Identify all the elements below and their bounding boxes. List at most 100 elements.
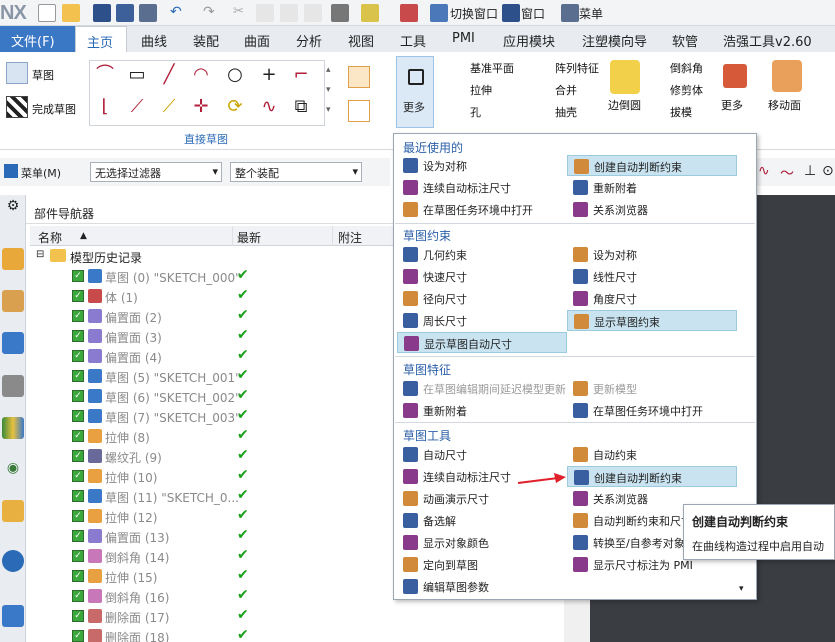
trim-body-button[interactable]: 修剪体: [670, 82, 703, 98]
finish-sketch-icon[interactable]: [6, 96, 28, 118]
finish-sketch-button[interactable]: 完成草图: [32, 101, 76, 117]
center-snap-icon[interactable]: ⊙: [822, 163, 834, 179]
window-menu[interactable]: 窗口: [521, 5, 545, 22]
undo-icon[interactable]: ↶: [170, 4, 188, 22]
menu-scroll-down-icon[interactable]: ▾: [739, 584, 744, 594]
roles-icon[interactable]: [2, 605, 24, 627]
edge-blend-button[interactable]: 边倒圆: [608, 97, 641, 113]
tab-tools[interactable]: 工具: [400, 31, 426, 50]
menu-item[interactable]: 在草图编辑期间延迟模型更新: [397, 378, 567, 399]
column-note[interactable]: 附注: [338, 229, 362, 246]
settings-gear-icon[interactable]: ⚙: [2, 198, 24, 220]
cut-icon[interactable]: ✂: [233, 4, 251, 22]
visibility-checkbox[interactable]: ✓: [72, 390, 84, 402]
open-folder-icon[interactable]: [62, 4, 80, 22]
more-features-icon[interactable]: [723, 64, 747, 88]
menu-item[interactable]: 编辑草图参数: [397, 576, 567, 597]
menu-item[interactable]: 在草图任务环境中打开: [397, 199, 567, 220]
print-icon[interactable]: [331, 4, 349, 22]
move-face-button[interactable]: 移动面: [768, 97, 801, 113]
visibility-checkbox[interactable]: ✓: [72, 610, 84, 622]
move-face-icon[interactable]: [772, 60, 802, 92]
spline-snap-icon[interactable]: ～: [780, 163, 794, 183]
draft-button[interactable]: 拔模: [670, 104, 692, 120]
collapse-icon[interactable]: ⊟: [36, 249, 44, 260]
visibility-checkbox[interactable]: ✓: [72, 510, 84, 522]
sketch-icon[interactable]: [6, 62, 28, 84]
tab-analysis[interactable]: 分析: [296, 31, 322, 50]
edit-icon[interactable]: [400, 4, 418, 22]
tab-haoqiang-tools[interactable]: 浩强工具v2.60: [723, 31, 812, 50]
more-features-button[interactable]: 更多: [721, 97, 743, 113]
menu-item[interactable]: 连续自动标注尺寸: [397, 177, 567, 198]
column-name[interactable]: 名称: [38, 229, 62, 246]
hd3d-tools-icon[interactable]: [2, 417, 24, 439]
assembly-navigator-icon[interactable]: [2, 248, 24, 270]
menu-item[interactable]: 显示草图约束: [567, 310, 737, 331]
visibility-checkbox[interactable]: ✓: [72, 530, 84, 542]
menu-item[interactable]: 自动约束: [567, 444, 737, 465]
menu-button[interactable]: 菜单(M): [21, 165, 61, 181]
visibility-checkbox[interactable]: ✓: [72, 490, 84, 502]
tree-row[interactable]: ✓ 删除面 (17) ✔: [30, 606, 590, 626]
datum-plane-button[interactable]: 基准平面: [470, 60, 514, 76]
tab-view[interactable]: 视图: [348, 31, 374, 50]
switch-window-label[interactable]: 切换窗口: [450, 5, 498, 22]
column-latest[interactable]: 最新: [237, 229, 261, 246]
menu-menu[interactable]: 菜单: [579, 5, 603, 22]
menu-item[interactable]: 创建自动判断约束: [567, 466, 737, 487]
web-browser-icon[interactable]: ◉: [2, 460, 24, 482]
reuse-library-icon[interactable]: [2, 375, 24, 397]
point-icon[interactable]: +: [256, 63, 282, 87]
save-icon[interactable]: [93, 4, 111, 22]
tree-row[interactable]: ✓ 删除面 (18) ✔: [30, 626, 590, 642]
constraint-navigator-icon[interactable]: [2, 290, 24, 312]
save-as-icon[interactable]: [116, 4, 134, 22]
menu-icon[interactable]: [561, 4, 579, 22]
menu-item[interactable]: 线性尺寸: [567, 266, 737, 287]
menu-item[interactable]: 设为对称: [567, 244, 737, 265]
profile-icon[interactable]: ⌒: [92, 63, 118, 87]
visibility-checkbox[interactable]: ✓: [72, 410, 84, 422]
menu-item[interactable]: 关系浏览器: [567, 199, 737, 220]
tab-file[interactable]: 文件(F): [0, 26, 76, 52]
menu-item[interactable]: 备选解: [397, 510, 567, 531]
menu-item[interactable]: 重新附着: [397, 400, 567, 421]
make-corner-icon[interactable]: ✛: [188, 95, 214, 119]
chamfer-button[interactable]: 倒斜角: [670, 60, 703, 76]
visibility-checkbox[interactable]: ✓: [72, 550, 84, 562]
menu-item[interactable]: 显示草图自动尺寸: [397, 332, 567, 353]
curve-snap-icon[interactable]: ∿: [758, 163, 770, 179]
menu-item[interactable]: 显示对象颜色: [397, 532, 567, 553]
geometric-constraint-icon[interactable]: ⟳: [222, 95, 248, 119]
menu-item[interactable]: 在草图任务环境中打开: [567, 400, 737, 421]
quick-trim-icon[interactable]: ⟋: [124, 95, 150, 119]
sort-asc-icon[interactable]: ▲: [80, 231, 87, 241]
auto-dimension-icon[interactable]: [348, 100, 370, 122]
visibility-checkbox[interactable]: ✓: [72, 590, 84, 602]
visibility-checkbox[interactable]: ✓: [72, 570, 84, 582]
menu-item[interactable]: 创建自动判断约束: [567, 155, 737, 176]
extrude-button[interactable]: 拉伸: [470, 82, 492, 98]
constraint-icon[interactable]: [348, 66, 370, 88]
menu-item[interactable]: 周长尺寸: [397, 310, 567, 331]
tab-home[interactable]: 主页: [75, 26, 127, 53]
quick-extend-icon[interactable]: ⟋: [156, 95, 182, 119]
selection-icon[interactable]: [361, 4, 379, 22]
visibility-checkbox[interactable]: ✓: [72, 370, 84, 382]
paste-icon[interactable]: [280, 4, 298, 22]
studio-spline-icon[interactable]: ∿: [256, 95, 282, 119]
visibility-checkbox[interactable]: ✓: [72, 630, 84, 642]
tab-pmi[interactable]: PMI: [452, 31, 475, 46]
menu-item[interactable]: 动画演示尺寸: [397, 488, 567, 509]
tab-applications[interactable]: 应用模块: [503, 31, 555, 50]
visibility-checkbox[interactable]: ✓: [72, 430, 84, 442]
visibility-checkbox[interactable]: ✓: [72, 470, 84, 482]
hole-button[interactable]: 孔: [470, 104, 481, 120]
menu-item[interactable]: 径向尺寸: [397, 288, 567, 309]
visibility-checkbox[interactable]: ✓: [72, 330, 84, 342]
circle-icon[interactable]: ○: [222, 63, 248, 87]
tab-hose[interactable]: 软管: [672, 31, 698, 50]
sketch-button[interactable]: 草图: [32, 67, 54, 83]
visibility-checkbox[interactable]: ✓: [72, 310, 84, 322]
